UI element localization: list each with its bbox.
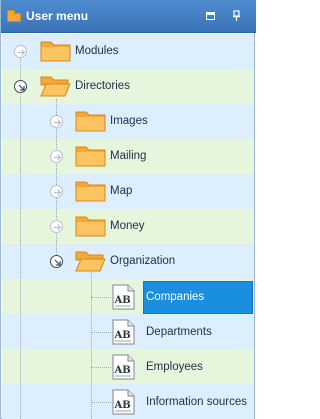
folder-icon [40, 39, 71, 62]
tree-label-images: Images [110, 115, 148, 127]
folder-icon [75, 109, 106, 132]
tree-connector-departments [91, 332, 111, 333]
expand-arrow-icon [18, 49, 26, 56]
expand-arrow-icon [54, 119, 62, 126]
expand-map-button[interactable] [50, 185, 63, 198]
tree-label-organization: Organization [110, 255, 176, 267]
folder-icon [75, 144, 106, 167]
folder-icon [75, 179, 106, 202]
tree-label-employees[interactable]: Employees [146, 361, 203, 373]
panel-title-bar: User menu [1, 0, 256, 33]
tree-connector-companies [91, 297, 111, 298]
tree-connector-root [20, 58, 21, 419]
open-folder-icon [75, 249, 106, 272]
tree-label-directories: Directories [75, 80, 130, 92]
tree-label-map: Map [110, 185, 133, 197]
collapse-arrow-icon [54, 259, 61, 266]
panel-title: User menu [26, 9, 89, 23]
collapse-directories-button[interactable] [14, 80, 27, 93]
user-menu-panel: User menu Modules Directories Images Mai… [0, 0, 256, 419]
expand-images-button[interactable] [50, 115, 63, 128]
svg-text:AB: AB [114, 295, 131, 306]
folder-icon [7, 10, 21, 22]
expand-arrow-icon [54, 154, 62, 161]
folder-icon [75, 214, 106, 237]
document-ab-icon: AB [112, 354, 135, 380]
tree-label-departments[interactable]: Departments [146, 326, 212, 338]
pin-icon [233, 10, 240, 21]
document-ab-icon: AB [112, 389, 135, 415]
open-folder-icon [40, 74, 71, 97]
tree-connector-employees [91, 367, 111, 368]
tree-label-modules: Modules [75, 45, 119, 57]
expand-modules-button[interactable] [14, 45, 27, 58]
expand-mailing-button[interactable] [50, 150, 63, 163]
expand-money-button[interactable] [50, 220, 63, 233]
tree-connector-information-sources [91, 402, 111, 403]
tree-label-information-sources[interactable]: Information sources [146, 396, 247, 408]
svg-text:AB: AB [114, 400, 131, 411]
expand-arrow-icon [54, 224, 62, 231]
pin-button[interactable] [231, 10, 243, 22]
restore-window-button[interactable] [205, 10, 217, 22]
tree-label-money: Money [110, 220, 145, 232]
document-ab-icon: AB [112, 319, 135, 345]
tree-label-companies[interactable]: Companies [146, 291, 204, 303]
tree-label-mailing: Mailing [110, 150, 147, 162]
restore-window-icon [206, 12, 215, 20]
expand-arrow-icon [54, 189, 62, 196]
collapse-arrow-icon [18, 84, 25, 91]
svg-text:AB: AB [114, 330, 131, 341]
collapse-organization-button[interactable] [50, 255, 63, 268]
document-ab-icon: AB [112, 284, 135, 310]
svg-text:AB: AB [114, 365, 131, 376]
tree-connector-organization [91, 268, 92, 419]
